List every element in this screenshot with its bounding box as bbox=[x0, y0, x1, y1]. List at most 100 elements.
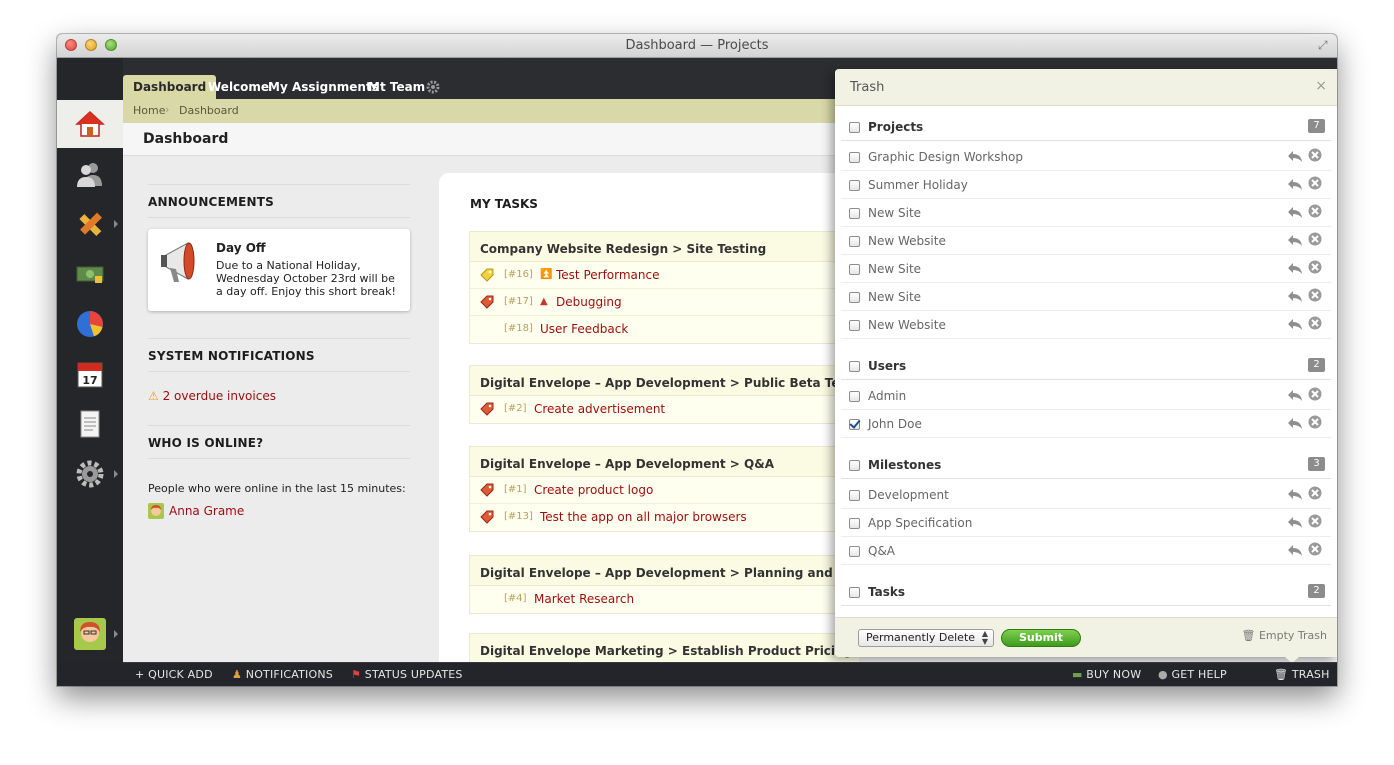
task-row[interactable]: [#16] ⏫ Test Performance bbox=[470, 262, 859, 289]
restore-icon[interactable] bbox=[1287, 486, 1303, 502]
item-checkbox[interactable] bbox=[849, 208, 860, 219]
delete-icon[interactable] bbox=[1308, 387, 1322, 401]
group-checkbox[interactable] bbox=[849, 460, 860, 471]
online-user[interactable]: Anna Grame bbox=[148, 503, 244, 519]
task-title[interactable]: Debugging bbox=[556, 295, 622, 309]
item-checkbox[interactable] bbox=[849, 152, 860, 163]
sidebar-item-documents[interactable] bbox=[57, 400, 123, 448]
restore-icon[interactable] bbox=[1287, 148, 1303, 164]
trash-item-row[interactable]: Admin bbox=[841, 382, 1331, 410]
task-group-title[interactable]: Digital Envelope Marketing > Establish P… bbox=[470, 634, 859, 664]
quick-add-button[interactable]: + QUICK ADD bbox=[135, 668, 213, 681]
breadcrumb-home[interactable]: Home bbox=[133, 104, 165, 117]
online-user-name[interactable]: Anna Grame bbox=[169, 504, 244, 518]
trash-item-row[interactable]: New Website bbox=[841, 227, 1331, 255]
trash-item-row[interactable]: New Site bbox=[841, 255, 1331, 283]
fullscreen-icon[interactable]: ⤢ bbox=[1318, 39, 1331, 52]
item-checkbox[interactable] bbox=[849, 292, 860, 303]
tab-settings-gear-icon[interactable] bbox=[426, 79, 440, 94]
item-checkbox[interactable] bbox=[849, 180, 860, 191]
item-checkbox[interactable] bbox=[849, 236, 860, 247]
restore-icon[interactable] bbox=[1287, 176, 1303, 192]
item-checkbox[interactable] bbox=[849, 546, 860, 557]
action-select[interactable]: Permanently Delete ▲ ▼ bbox=[858, 629, 994, 647]
item-checkbox[interactable] bbox=[849, 518, 860, 529]
trash-item-row[interactable]: Summer Holiday bbox=[841, 171, 1331, 199]
tab-mt-team[interactable]: Mt Team bbox=[358, 75, 435, 99]
delete-icon[interactable] bbox=[1308, 486, 1322, 500]
breadcrumb-dashboard[interactable]: Dashboard bbox=[179, 104, 239, 117]
get-help-button[interactable]: ● GET HELP bbox=[1158, 668, 1227, 681]
sidebar-item-profile[interactable] bbox=[57, 610, 123, 658]
restore-icon[interactable] bbox=[1287, 232, 1303, 248]
trash-item-row[interactable]: Development bbox=[841, 481, 1331, 509]
restore-icon[interactable] bbox=[1287, 316, 1303, 332]
empty-trash-button[interactable]: 🗑 Empty Trash bbox=[1241, 629, 1327, 642]
restore-icon[interactable] bbox=[1287, 542, 1303, 558]
delete-icon[interactable] bbox=[1308, 542, 1322, 556]
delete-icon[interactable] bbox=[1308, 204, 1322, 218]
trash-item-row[interactable]: Q&A bbox=[841, 537, 1331, 565]
task-title[interactable]: Test the app on all major browsers bbox=[540, 510, 747, 524]
trash-group-row[interactable]: Users 2 bbox=[841, 352, 1331, 380]
task-group-title[interactable]: Company Website Redesign > Site Testing bbox=[470, 232, 859, 262]
delete-icon[interactable] bbox=[1308, 176, 1322, 190]
item-checkbox[interactable] bbox=[849, 264, 860, 275]
trash-item-row[interactable]: App Specification bbox=[841, 509, 1331, 537]
task-title[interactable]: Test Performance bbox=[556, 268, 660, 282]
task-row[interactable]: [#18] User Feedback bbox=[470, 316, 859, 343]
restore-icon[interactable] bbox=[1287, 260, 1303, 276]
sidebar-item-invoices[interactable] bbox=[57, 250, 123, 298]
trash-item-row[interactable]: New Website bbox=[841, 311, 1331, 339]
trash-group-row[interactable]: Projects 7 bbox=[841, 113, 1331, 141]
trash-group-row[interactable]: Tasks 2 bbox=[841, 578, 1331, 606]
item-checkbox[interactable] bbox=[849, 320, 860, 331]
close-icon[interactable]: × bbox=[1315, 78, 1327, 94]
item-checkbox[interactable] bbox=[849, 419, 860, 430]
announcement-card[interactable]: Day Off Due to a National Holiday, Wedne… bbox=[148, 229, 410, 311]
notifications-button[interactable]: ♟ NOTIFICATIONS bbox=[232, 668, 333, 681]
item-checkbox[interactable] bbox=[849, 490, 860, 501]
task-row[interactable]: [#17] ▲ Debugging bbox=[470, 289, 859, 316]
trash-item-row[interactable]: New Site bbox=[841, 199, 1331, 227]
sidebar-item-projects[interactable] bbox=[57, 200, 123, 248]
task-group-title[interactable]: Digital Envelope – App Development > Pla… bbox=[470, 556, 893, 586]
task-title[interactable]: User Feedback bbox=[540, 322, 628, 336]
task-group-title[interactable]: Digital Envelope – App Development > Q&A bbox=[470, 447, 859, 477]
buy-now-button[interactable]: ▬ BUY NOW bbox=[1072, 668, 1141, 681]
task-title[interactable]: Market Research bbox=[534, 592, 634, 606]
trash-group-row[interactable]: Milestones 3 bbox=[841, 451, 1331, 479]
delete-icon[interactable] bbox=[1308, 260, 1322, 274]
group-checkbox[interactable] bbox=[849, 122, 860, 133]
task-title[interactable]: Create product logo bbox=[534, 483, 653, 497]
delete-icon[interactable] bbox=[1308, 316, 1322, 330]
group-checkbox[interactable] bbox=[849, 361, 860, 372]
trash-item-row[interactable]: New Site bbox=[841, 283, 1331, 311]
submit-button[interactable]: Submit bbox=[1001, 629, 1081, 647]
trash-item-row[interactable]: John Doe bbox=[841, 410, 1331, 438]
notification-item[interactable]: ⚠ 2 overdue invoices bbox=[148, 389, 276, 403]
sidebar-item-settings[interactable] bbox=[57, 450, 123, 498]
group-checkbox[interactable] bbox=[849, 587, 860, 598]
sidebar-item-reports[interactable] bbox=[57, 300, 123, 348]
sidebar-item-people[interactable] bbox=[57, 150, 123, 198]
task-row[interactable]: [#1] Create product logo bbox=[470, 477, 859, 504]
restore-icon[interactable] bbox=[1287, 288, 1303, 304]
restore-icon[interactable] bbox=[1287, 204, 1303, 220]
trash-button[interactable]: 🗑 TRASH bbox=[1274, 668, 1330, 681]
task-title[interactable]: Create advertisement bbox=[534, 402, 665, 416]
delete-icon[interactable] bbox=[1308, 232, 1322, 246]
delete-icon[interactable] bbox=[1308, 415, 1322, 429]
delete-icon[interactable] bbox=[1308, 148, 1322, 162]
restore-icon[interactable] bbox=[1287, 415, 1303, 431]
task-row[interactable]: [#2] Create advertisement bbox=[470, 396, 859, 423]
task-group-title[interactable]: Digital Envelope – App Development > Pub… bbox=[470, 366, 874, 396]
restore-icon[interactable] bbox=[1287, 514, 1303, 530]
task-row[interactable]: [#13] Test the app on all major browsers bbox=[470, 504, 859, 531]
overdue-invoices-link[interactable]: 2 overdue invoices bbox=[163, 389, 276, 403]
status-updates-button[interactable]: ⚑ STATUS UPDATES bbox=[351, 668, 463, 681]
restore-icon[interactable] bbox=[1287, 387, 1303, 403]
task-row[interactable]: [#4] Market Research bbox=[470, 586, 859, 613]
delete-icon[interactable] bbox=[1308, 514, 1322, 528]
trash-item-row[interactable]: Graphic Design Workshop bbox=[841, 143, 1331, 171]
